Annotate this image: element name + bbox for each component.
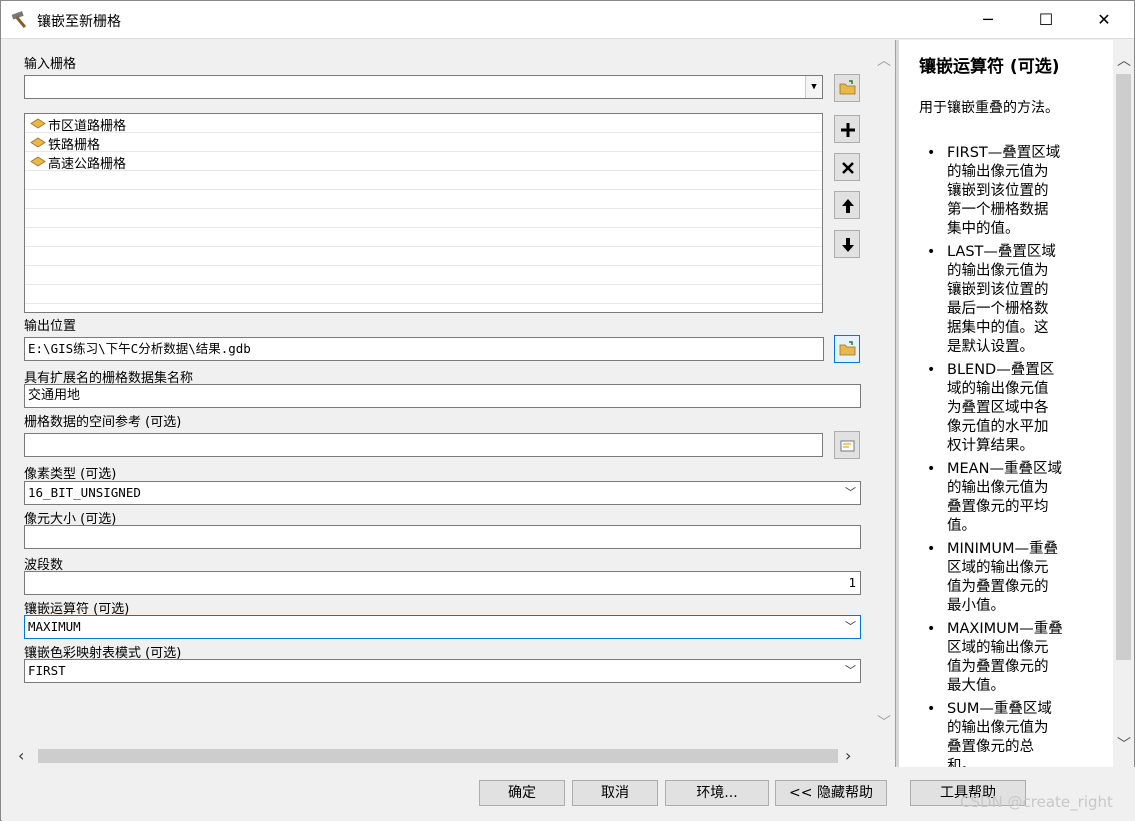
help-option-sum: SUM—重叠区域的输出像元值为叠置像元的总和。	[927, 700, 1107, 767]
list-item[interactable]: 市区道路栅格	[25, 114, 822, 134]
hide-help-button[interactable]: << 隐藏帮助	[775, 780, 887, 806]
help-vertical-scrollbar[interactable]: ︿ ﹀	[1113, 40, 1134, 767]
open-folder-icon	[839, 341, 856, 356]
scroll-down-icon[interactable]: ﹀	[1117, 734, 1131, 754]
scroll-up-icon[interactable]: ︿	[1117, 50, 1131, 70]
list-item[interactable]: 高速公路栅格	[25, 152, 822, 172]
parameters-pane: 输入栅格 ▼ 市区道路栅格 铁路栅格 高速公路栅格 输出位置 E:\GIS练习\…	[2, 40, 895, 767]
input-rasters-label: 输入栅格	[24, 57, 77, 72]
empty-row	[25, 190, 822, 209]
spatial-ref-field[interactable]	[24, 433, 823, 457]
empty-row	[25, 209, 822, 228]
move-up-button[interactable]	[834, 191, 860, 219]
minimize-button[interactable]: ─	[959, 1, 1017, 39]
remove-row-button[interactable]	[834, 153, 860, 181]
move-down-button[interactable]	[834, 230, 860, 258]
help-title: 镶嵌运算符 (可选)	[919, 57, 1060, 77]
tool-dialog: 镶嵌至新栅格 ─ ☐ ✕ 输入栅格 ▼ 市区道路栅格 铁路栅格 高速公路栅格 输…	[0, 0, 1135, 821]
scrollbar-thumb[interactable]	[38, 749, 838, 763]
raster-layer-icon	[30, 118, 46, 129]
colormap-mode-select[interactable]: FIRST ﹀	[24, 659, 861, 683]
help-option-last: LAST—叠置区域的输出像元值为镶嵌到该位置的最后一个栅格数据集中的值。这是默认…	[927, 243, 1107, 357]
maximize-button[interactable]: ☐	[1017, 1, 1075, 39]
help-option-minimum: MINIMUM—重叠区域的输出像元值为叠置像元的最小值。	[927, 540, 1107, 616]
dataset-name-field[interactable]: 交通用地	[24, 384, 861, 408]
form-horizontal-scrollbar[interactable]: ‹ ›	[14, 745, 872, 767]
arrow-down-icon	[842, 238, 854, 252]
empty-row	[25, 266, 822, 285]
output-location-label: 输出位置	[24, 319, 77, 334]
browse-input-button[interactable]	[834, 74, 860, 102]
form-vertical-scrollbar[interactable]: ︿ ﹀	[872, 40, 894, 745]
empty-row	[25, 228, 822, 247]
chevron-down-icon[interactable]: ▼	[805, 76, 822, 98]
help-option-first: FIRST—叠置区域的输出像元值为镶嵌到该位置的第一个栅格数据集中的值。	[927, 144, 1107, 239]
cellsize-field[interactable]	[24, 525, 861, 549]
spatial-ref-properties-button[interactable]	[834, 431, 860, 459]
chevron-down-icon: ﹀	[845, 486, 856, 499]
help-option-maximum: MAXIMUM—重叠区域的输出像元值为叠置像元的最大值。	[927, 620, 1107, 696]
empty-row	[25, 171, 822, 190]
properties-icon	[840, 440, 855, 452]
dialog-button-bar: 确定 取消 环境... << 隐藏帮助 工具帮助 CSDN @create_ri…	[2, 767, 1135, 821]
output-location-field[interactable]: E:\GIS练习\下午C分析数据\结果.gdb	[24, 337, 824, 361]
pixel-type-label: 像素类型 (可选)	[24, 467, 117, 482]
open-folder-icon	[839, 80, 856, 95]
pixel-type-select[interactable]: 16_BIT_UNSIGNED ﹀	[24, 481, 861, 505]
empty-row	[25, 285, 822, 304]
chevron-down-icon: ﹀	[845, 664, 856, 677]
input-rasters-list[interactable]: 市区道路栅格 铁路栅格 高速公路栅格	[24, 113, 823, 313]
empty-row	[25, 247, 822, 266]
spatial-ref-label: 栅格数据的空间参考 (可选)	[24, 415, 182, 430]
ok-button[interactable]: 确定	[479, 780, 565, 806]
title-bar: 镶嵌至新栅格 ─ ☐ ✕	[1, 1, 1134, 39]
scrollbar-thumb[interactable]	[1116, 74, 1131, 660]
scroll-up-icon[interactable]: ︿	[877, 50, 891, 70]
help-description: 用于镶嵌重叠的方法。	[919, 100, 1059, 116]
add-row-button[interactable]	[834, 115, 860, 143]
delete-icon	[842, 162, 854, 174]
close-button[interactable]: ✕	[1075, 1, 1133, 39]
plus-icon	[841, 123, 855, 137]
arrow-up-icon	[842, 199, 854, 213]
scroll-down-icon[interactable]: ﹀	[877, 712, 891, 732]
chevron-down-icon: ﹀	[845, 620, 856, 633]
hammer-icon	[11, 11, 27, 29]
raster-layer-icon	[30, 156, 46, 167]
scroll-right-icon[interactable]: ›	[845, 746, 851, 765]
help-pane: 镶嵌运算符 (可选) 用于镶嵌重叠的方法。 FIRST—叠置区域的输出像元值为镶…	[899, 40, 1113, 767]
scroll-left-icon[interactable]: ‹	[18, 746, 24, 765]
window-title: 镶嵌至新栅格	[37, 14, 121, 30]
input-rasters-combo[interactable]: ▼	[24, 75, 823, 99]
environments-button[interactable]: 环境...	[665, 780, 769, 806]
mosaic-operator-select[interactable]: MAXIMUM ﹀	[24, 615, 861, 639]
help-option-list: FIRST—叠置区域的输出像元值为镶嵌到该位置的第一个栅格数据集中的值。 LAS…	[927, 144, 1107, 767]
help-option-blend: BLEND—叠置区域的输出像元值为叠置区域中各像元值的水平加权计算结果。	[927, 361, 1107, 456]
cancel-button[interactable]: 取消	[572, 780, 658, 806]
list-item[interactable]: 铁路栅格	[25, 133, 822, 153]
raster-layer-icon	[30, 137, 46, 148]
help-option-mean: MEAN—重叠区域的输出像元值为叠置像元的平均值。	[927, 460, 1107, 536]
num-bands-field[interactable]: 1	[24, 571, 861, 595]
browse-output-button[interactable]	[834, 335, 860, 363]
watermark: CSDN @create_right	[960, 793, 1113, 811]
